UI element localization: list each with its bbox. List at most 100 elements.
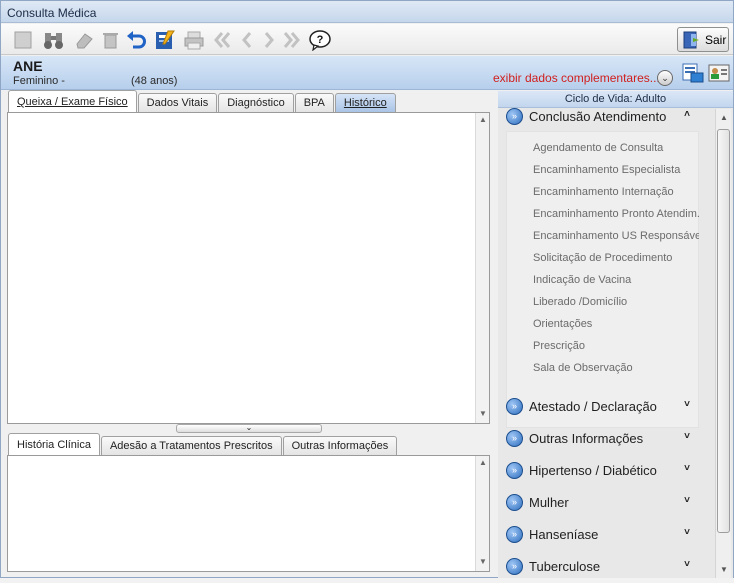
list-item[interactable]: Liberado /Domicílio <box>533 296 699 308</box>
toolbar: ? Sair <box>1 24 733 55</box>
chevron-down-icon[interactable]: ˅ <box>684 463 690 474</box>
list-item[interactable]: Encaminhamento Pronto Atendim... <box>533 208 699 220</box>
scroll-thumb[interactable] <box>717 129 730 533</box>
tab-outras-informacoes[interactable]: Outras Informações <box>282 436 398 455</box>
help-icon[interactable]: ? <box>308 28 332 52</box>
tab-label: Histórico <box>343 97 387 109</box>
last-icon[interactable] <box>280 28 304 52</box>
double-chevron-right-icon: » <box>506 429 523 447</box>
undo-icon[interactable] <box>124 28 148 52</box>
scroll-down-icon[interactable]: ▼ <box>476 557 490 569</box>
conclusao-items-list: Agendamento de Consulta Encaminhamento E… <box>506 131 699 428</box>
group-label: Atestado / Declaração <box>529 398 657 414</box>
binoculars-icon[interactable] <box>42 28 66 52</box>
list-item[interactable]: Encaminhamento Internação <box>533 186 699 198</box>
scroll-down-icon[interactable]: ▼ <box>476 409 490 421</box>
tab-label: Adesão a Tratamentos Prescritos <box>109 440 273 452</box>
first-icon[interactable] <box>210 28 234 52</box>
tab-label: História Clínica <box>17 439 91 451</box>
top-tabs: Queixa / Exame Físico Dados Vitais Diagn… <box>8 90 397 112</box>
vertical-scrollbar[interactable]: ▲ ▼ <box>475 456 489 571</box>
tab-label: Queixa / Exame Físico <box>17 96 128 108</box>
group-hipertenso-diabetico[interactable]: » Hipertenso / Diabético ˅ <box>503 457 708 483</box>
splitter-handle[interactable]: ⌄ <box>176 424 322 433</box>
scroll-down-icon[interactable]: ▼ <box>716 563 732 577</box>
tab-label: Outras Informações <box>291 440 389 452</box>
group-conclusao-atendimento[interactable]: » Conclusão Atendimento ˄ <box>503 103 708 129</box>
group-label: Hanseníase <box>529 526 599 542</box>
patient-sex: Feminino - <box>13 75 65 87</box>
side-vertical-scrollbar[interactable]: ▲ ▼ <box>715 109 731 579</box>
list-item[interactable]: Orientações <box>533 318 699 330</box>
group-outras-informacoes[interactable]: » Outras Informações ˅ <box>503 425 708 451</box>
double-chevron-right-icon: » <box>506 525 523 543</box>
title-bar: Consulta Médica <box>1 1 733 23</box>
tab-dados-vitais[interactable]: Dados Vitais <box>137 93 218 112</box>
list-item[interactable]: Agendamento de Consulta <box>533 142 699 154</box>
tab-bpa[interactable]: BPA <box>294 93 334 112</box>
tab-historico[interactable]: Histórico <box>334 93 396 112</box>
chevron-down-icon[interactable]: ˅ <box>684 399 690 410</box>
next-icon[interactable] <box>257 28 281 52</box>
group-label: Mulher <box>529 494 569 510</box>
chevron-down-icon[interactable]: ˅ <box>684 495 690 506</box>
patient-age: (48 anos) <box>131 75 178 87</box>
patient-name: ANE <box>13 58 43 74</box>
double-chevron-right-icon: » <box>506 397 523 415</box>
exit-button[interactable]: Sair <box>677 27 729 52</box>
side-panel: Ciclo de Vida: Adulto » Conclusão Atendi… <box>498 91 733 579</box>
window-title: Consulta Médica <box>7 6 97 20</box>
exit-label: Sair <box>705 32 727 47</box>
show-more-data-link[interactable]: exibir dados complementares... <box>493 71 660 85</box>
chevron-up-icon[interactable]: ˄ <box>684 109 690 120</box>
clinical-history-textarea[interactable]: ▲ ▼ <box>7 455 490 572</box>
group-atestado-declaracao[interactable]: » Atestado / Declaração ˅ <box>503 393 708 419</box>
scroll-up-icon[interactable]: ▲ <box>716 111 732 125</box>
tab-label: BPA <box>303 97 325 109</box>
group-label: Outras Informações <box>529 430 644 446</box>
group-mulher[interactable]: » Mulher ˅ <box>503 489 708 515</box>
complaint-exam-textarea[interactable]: ▲ ▼ <box>7 112 490 424</box>
group-tuberculose[interactable]: » Tuberculose ˅ <box>503 553 708 579</box>
tab-queixa-exame-fisico[interactable]: Queixa / Exame Físico <box>8 90 137 112</box>
tab-label: Dados Vitais <box>146 97 209 109</box>
chevron-down-icon[interactable]: ˅ <box>684 559 690 570</box>
double-chevron-right-icon: » <box>506 107 523 125</box>
scroll-up-icon[interactable]: ▲ <box>476 458 490 470</box>
list-item[interactable]: Solicitação de Procedimento <box>533 252 699 264</box>
patient-list-icon[interactable] <box>681 62 705 84</box>
list-item[interactable]: Indicação de Vacina <box>533 274 699 286</box>
group-label: Hipertenso / Diabético <box>529 462 657 478</box>
tab-historia-clinica[interactable]: História Clínica <box>8 433 100 455</box>
list-item[interactable]: Encaminhamento Especialista <box>533 164 699 176</box>
prev-icon[interactable] <box>235 28 259 52</box>
patient-card-icon[interactable] <box>707 62 731 84</box>
door-icon <box>683 31 699 48</box>
tab-adesao-tratamentos[interactable]: Adesão a Tratamentos Prescritos <box>100 436 282 455</box>
chevron-down-circle-icon[interactable]: ⌄ <box>657 70 673 86</box>
main-window: Consulta Médica ? Sair ANE Feminino - (4… <box>0 0 734 579</box>
edit-icon[interactable] <box>153 28 177 52</box>
print-icon[interactable] <box>182 28 206 52</box>
double-chevron-right-icon: » <box>506 557 523 575</box>
chevron-down-icon[interactable]: ˅ <box>684 431 690 442</box>
double-chevron-right-icon: » <box>506 461 523 479</box>
group-hanseniase[interactable]: » Hanseníase ˅ <box>503 521 708 547</box>
group-label: Conclusão Atendimento <box>529 108 667 124</box>
tab-diagnostico[interactable]: Diagnóstico <box>218 93 294 112</box>
vertical-scrollbar[interactable]: ▲ ▼ <box>475 113 489 423</box>
trash-icon[interactable] <box>98 28 122 52</box>
double-chevron-right-icon: » <box>506 493 523 511</box>
tab-label: Diagnóstico <box>227 97 285 109</box>
eraser-icon[interactable] <box>72 28 96 52</box>
list-item[interactable]: Prescrição <box>533 340 699 352</box>
window-bottom-edge <box>0 578 734 583</box>
svg-text:?: ? <box>317 34 324 46</box>
list-item[interactable]: Sala de Observação <box>533 362 699 374</box>
new-icon[interactable] <box>11 28 35 52</box>
chevron-down-icon[interactable]: ˅ <box>684 527 690 538</box>
bottom-tabs: História Clínica Adesão a Tratamentos Pr… <box>8 433 398 455</box>
scroll-up-icon[interactable]: ▲ <box>476 115 490 127</box>
list-item[interactable]: Encaminhamento US Responsável <box>533 230 699 242</box>
patient-header: ANE Feminino - (48 anos) exibir dados co… <box>1 56 733 90</box>
